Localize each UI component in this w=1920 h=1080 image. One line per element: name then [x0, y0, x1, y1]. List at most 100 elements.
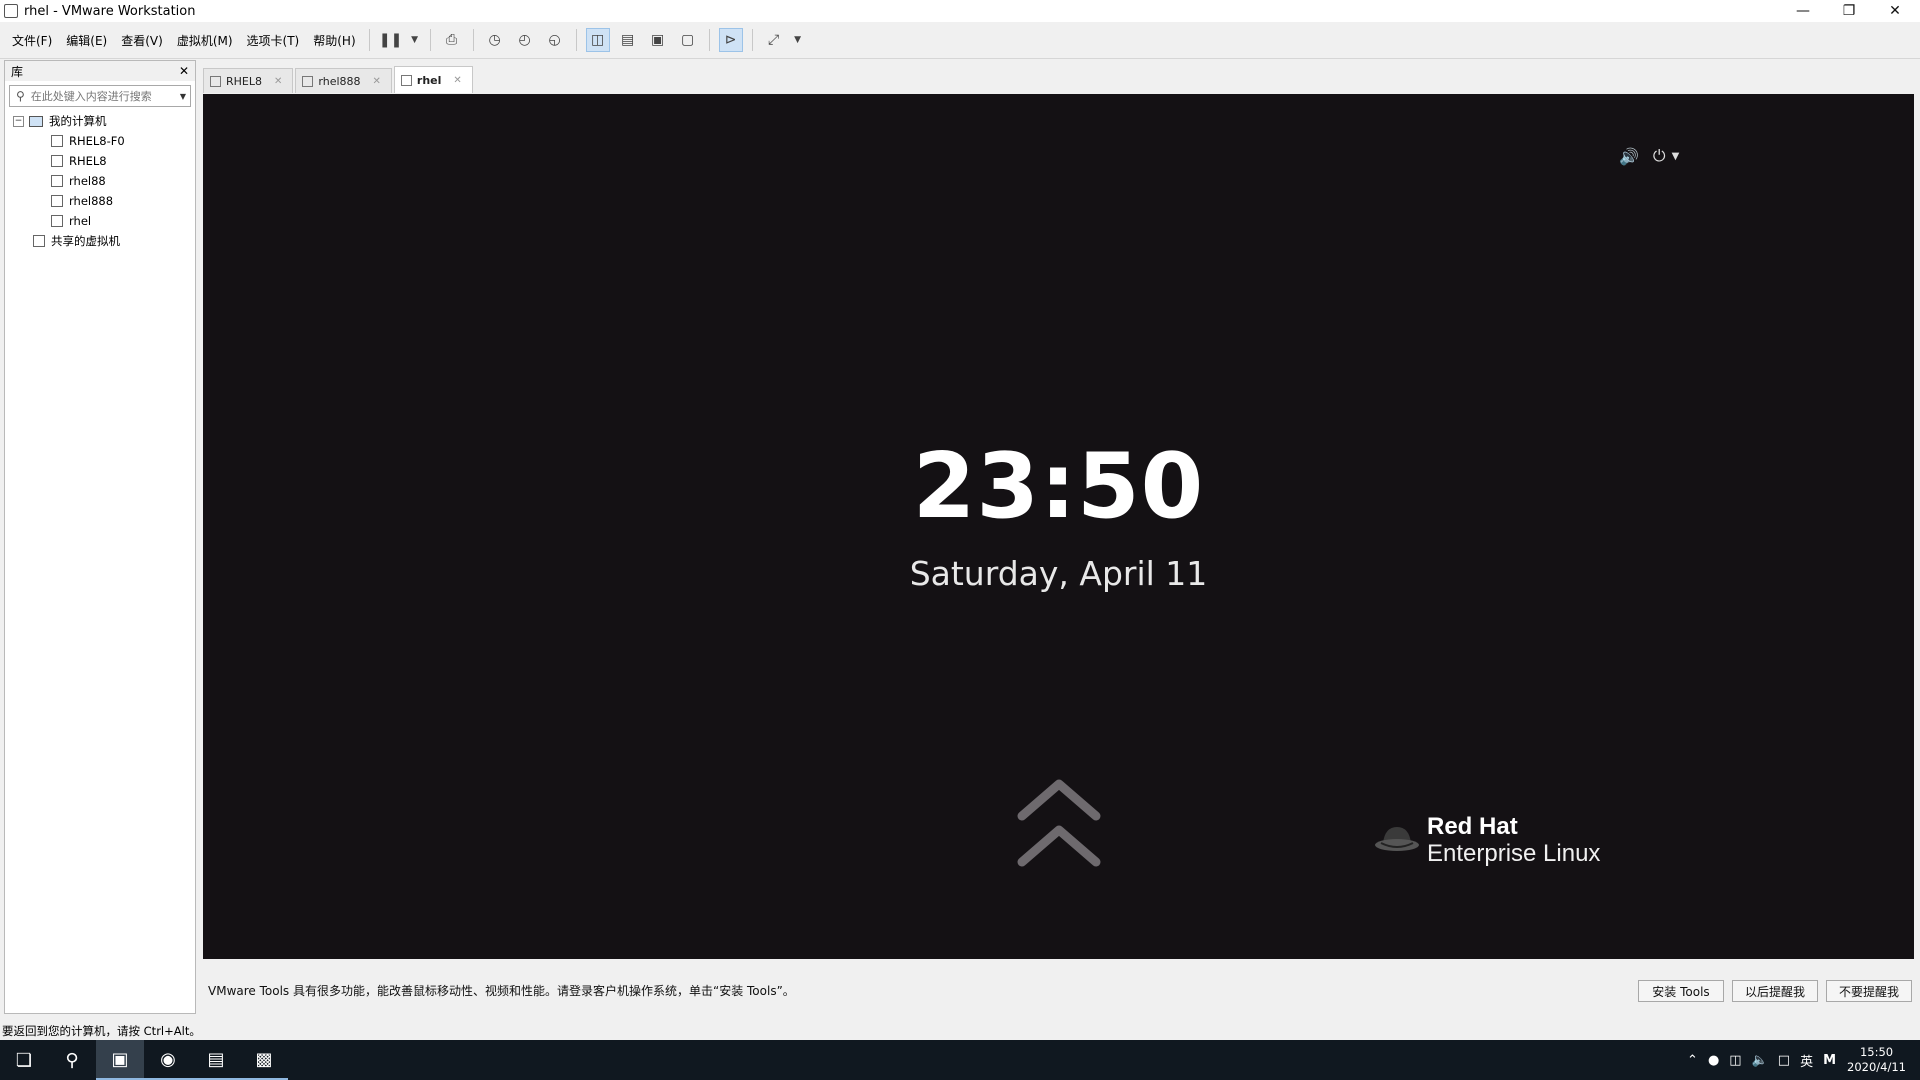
unlock-arrow-icon[interactable] — [1014, 774, 1104, 874]
tree-label: rhel — [69, 214, 92, 228]
menu-vm[interactable]: 虚拟机(M) — [170, 32, 240, 49]
menu-file[interactable]: 文件(F) — [5, 32, 59, 49]
tree-label: rhel888 — [69, 194, 114, 208]
show-hidden-icons-icon[interactable]: ⌃ — [1687, 1053, 1698, 1068]
send-ctrl-alt-del-icon[interactable]: ⎙ — [440, 28, 464, 52]
taskbar-browser-icon[interactable]: ◉ — [144, 1040, 192, 1080]
status-bar: 要返回到您的计算机，请按 Ctrl+Alt。 — [0, 1022, 1920, 1039]
tab-rhel8[interactable]: RHEL8 ✕ — [203, 68, 294, 93]
gnome-system-menu[interactable]: 🔊 ⏻ ▼ — [1619, 146, 1679, 166]
search-dropdown-icon[interactable]: ▼ — [180, 92, 186, 101]
toolbar-separator — [472, 29, 474, 51]
pause-icon[interactable]: ❚❚ — [379, 28, 403, 52]
close-icon[interactable]: ✕ — [1872, 0, 1918, 22]
tab-label: rhel — [416, 73, 442, 87]
tree-label: RHEL8-F0 — [69, 134, 125, 148]
vmware-tools-notification: VMware Tools 具有很多功能，能改善鼠标移动性、视频和性能。请登录客户… — [203, 968, 1914, 1012]
ime-mode-indicator[interactable]: M — [1823, 1053, 1836, 1068]
tree-label: 共享的虚拟机 — [51, 234, 120, 248]
taskbar-clock[interactable]: 15:50 2020/4/11 — [1847, 1045, 1906, 1075]
search-icon: ⚲ — [16, 89, 25, 103]
toolbar-separator — [429, 29, 431, 51]
snapshot-icon[interactable]: ◷ — [483, 28, 507, 52]
tab-label: rhel888 — [318, 74, 361, 88]
close-library-icon[interactable]: ✕ — [179, 64, 189, 78]
console-view-icon[interactable]: ⊳ — [718, 28, 743, 52]
tree-item-vm[interactable]: RHEL8 — [13, 151, 195, 171]
close-tab-icon[interactable]: ✕ — [373, 76, 381, 87]
tree-label: 我的计算机 — [49, 114, 107, 128]
vm-running-icon — [51, 195, 63, 207]
status-text: 要返回到您的计算机，请按 Ctrl+Alt。 — [2, 1023, 201, 1038]
windows-start-icon[interactable]: ❏ — [0, 1040, 48, 1080]
tray-app-icon[interactable]: ● — [1708, 1053, 1719, 1068]
redhat-brand-text: Red Hat — [1427, 813, 1518, 840]
tab-label: RHEL8 — [226, 74, 262, 88]
revert-snapshot-icon[interactable]: ◴ — [513, 28, 537, 52]
tab-rhel[interactable]: rhel ✕ — [393, 66, 473, 93]
tree-label: rhel88 — [69, 174, 106, 188]
lock-screen-date: Saturday, April 11 — [909, 554, 1208, 593]
window-title: rhel - VMware Workstation — [24, 3, 196, 19]
install-tools-button[interactable]: 安装 Tools — [1638, 980, 1724, 1002]
thumbnail-bar-icon[interactable]: ▤ — [616, 28, 640, 52]
vm-running-icon — [51, 215, 63, 227]
volume-icon[interactable]: 🔈 — [1752, 1053, 1768, 1068]
pause-dropdown-icon[interactable]: ▼ — [409, 28, 421, 52]
action-center-icon[interactable]: □ — [1778, 1053, 1790, 1068]
vm-console-screen[interactable]: 🔊 ⏻ ▼ 23:50 Saturday, April 11 Red Hat E… — [203, 94, 1914, 959]
menu-view[interactable]: 查看(V) — [114, 32, 170, 49]
remind-later-button[interactable]: 以后提醒我 — [1732, 980, 1818, 1002]
tree-item-shared-vms[interactable]: 共享的虚拟机 — [13, 231, 195, 251]
tree-item-vm[interactable]: rhel88 — [13, 171, 195, 191]
never-remind-button[interactable]: 不要提醒我 — [1826, 980, 1912, 1002]
lock-screen-clock: 23:50 — [912, 434, 1205, 539]
close-tab-icon[interactable]: ✕ — [274, 76, 282, 87]
vm-icon — [51, 135, 63, 147]
vm-icon — [302, 75, 314, 87]
toolbar-separator — [751, 29, 753, 51]
minimize-icon[interactable]: — — [1780, 0, 1826, 22]
redhat-logo: Red Hat Enterprise Linux — [1373, 814, 1600, 868]
redhat-hat-icon — [1375, 827, 1419, 851]
vmware-app-icon — [4, 4, 18, 18]
menu-tabs[interactable]: 选项卡(T) — [240, 32, 307, 49]
stretch-dropdown-icon[interactable]: ▼ — [792, 28, 804, 52]
menu-help[interactable]: 帮助(H) — [306, 32, 362, 49]
taskbar-app-icon[interactable]: ▩ — [240, 1040, 288, 1080]
library-search-input[interactable] — [28, 88, 173, 104]
toolbar-separator — [368, 29, 370, 51]
system-tray: ⌃ ● ◫ 🔈 □ 英 M 15:50 2020/4/11 — [1682, 1040, 1920, 1080]
vm-tree: − 我的计算机 RHEL8-F0 RHEL8 rhel88 rhel888 rh… — [5, 111, 195, 251]
stretch-guest-icon[interactable]: ⤢ — [762, 28, 786, 52]
snapshot-manager-icon[interactable]: ◵ — [543, 28, 567, 52]
menu-edit[interactable]: 编辑(E) — [59, 32, 114, 49]
vm-icon — [400, 74, 412, 86]
tree-root-my-computer[interactable]: − 我的计算机 — [13, 111, 195, 131]
library-search[interactable]: ⚲ ▼ — [9, 85, 191, 107]
unity-icon[interactable]: ▢ — [676, 28, 700, 52]
taskbar-explorer-icon[interactable]: ▤ — [192, 1040, 240, 1080]
ime-indicator[interactable]: 英 — [1800, 1051, 1813, 1070]
toolbar-separator — [708, 29, 710, 51]
vm-icon — [51, 155, 63, 167]
vm-tab-strip: RHEL8 ✕ rhel888 ✕ rhel ✕ — [203, 65, 475, 93]
taskbar-vmware-icon[interactable]: ▣ — [96, 1040, 144, 1080]
restore-icon[interactable]: ❐ — [1826, 0, 1872, 22]
search-icon[interactable]: ⚲ — [48, 1040, 96, 1080]
library-header: 库 ✕ — [5, 61, 195, 81]
full-screen-icon[interactable]: ▣ — [646, 28, 670, 52]
tree-label: RHEL8 — [69, 154, 107, 168]
tree-item-vm[interactable]: rhel — [13, 211, 195, 231]
volume-icon: 🔊 — [1619, 146, 1639, 166]
vm-icon — [51, 175, 63, 187]
tab-rhel888[interactable]: rhel888 ✕ — [295, 68, 392, 93]
collapse-icon[interactable]: − — [13, 115, 24, 127]
notification-message: VMware Tools 具有很多功能，能改善鼠标移动性、视频和性能。请登录客户… — [208, 983, 795, 998]
tree-item-vm[interactable]: rhel888 — [13, 191, 195, 211]
show-library-icon[interactable]: ◫ — [585, 28, 610, 52]
tree-item-vm[interactable]: RHEL8-F0 — [13, 131, 195, 151]
close-tab-icon[interactable]: ✕ — [453, 75, 461, 86]
windows-taskbar: ❏ ⚲ ▣ ◉ ▤ ▩ ⌃ ● ◫ 🔈 □ 英 M 15:50 2020/4/1… — [0, 1040, 1920, 1080]
network-icon[interactable]: ◫ — [1729, 1053, 1741, 1068]
